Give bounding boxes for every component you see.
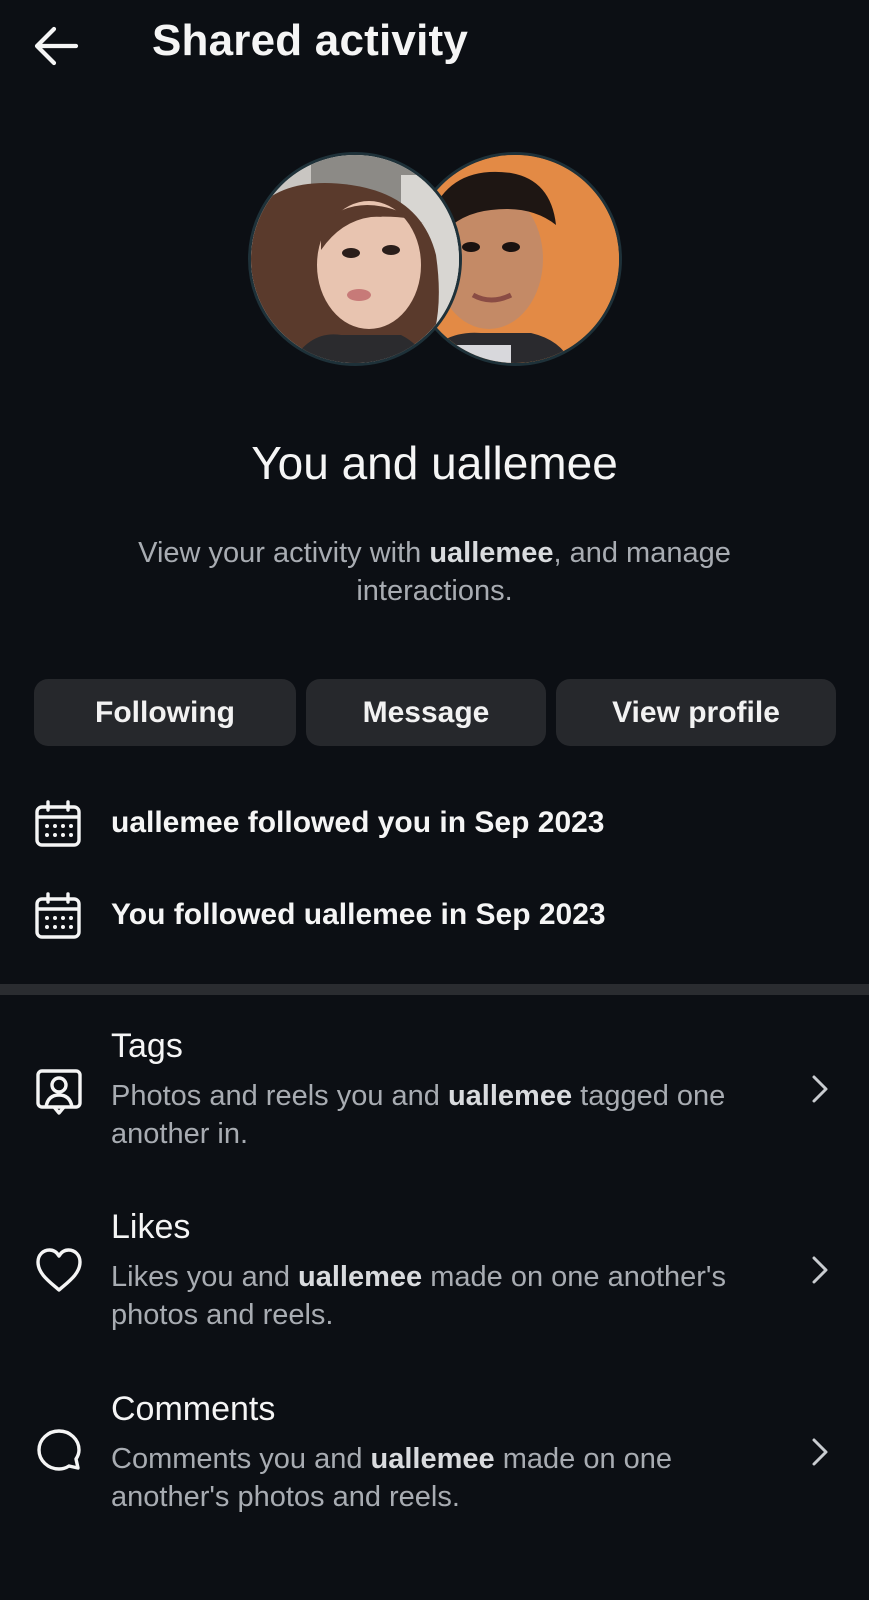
menu-item-comments[interactable]: Comments Comments you and uallemee made … (0, 1390, 869, 1540)
message-button[interactable]: Message (306, 679, 546, 746)
chevron-right-icon (812, 1256, 828, 1284)
comments-title: Comments (111, 1390, 276, 1428)
calendar-icon (35, 800, 81, 847)
you-followed-row: You followed uallemee in Sep 2023 (34, 892, 834, 942)
description-text: View your activity with (138, 537, 430, 569)
comments-description: Comments you and uallemee made on one an… (111, 1440, 751, 1516)
back-button[interactable] (28, 18, 88, 74)
action-buttons: Following Message View profile (34, 679, 836, 746)
top-bar: Shared activity (0, 0, 869, 90)
tag-person-icon (36, 1069, 82, 1115)
comments-desc-username: uallemee (370, 1443, 495, 1475)
followed-you-text: uallemee followed you in Sep 2023 (111, 806, 605, 839)
chevron-right-icon (812, 1075, 828, 1103)
avatar-user[interactable] (248, 152, 462, 366)
likes-description: Likes you and uallemee made on one anoth… (111, 1258, 751, 1334)
heart-icon (36, 1248, 82, 1292)
description-username: uallemee (429, 537, 554, 569)
followed-you-row: uallemee followed you in Sep 2023 (34, 800, 834, 850)
tags-desc-username: uallemee (447, 1080, 573, 1112)
shared-avatars (248, 152, 622, 366)
following-button[interactable]: Following (34, 679, 296, 746)
chevron-right-icon (812, 1438, 828, 1466)
comment-bubble-icon (37, 1429, 81, 1471)
menu-item-likes[interactable]: Likes Likes you and uallemee made on one… (0, 1208, 869, 1358)
likes-desc-text: Likes you and (111, 1261, 299, 1293)
likes-desc-username: uallemee (298, 1261, 423, 1293)
likes-title: Likes (111, 1208, 191, 1246)
shared-description: View your activity with uallemee, and ma… (90, 534, 779, 610)
calendar-icon (35, 892, 81, 939)
view-profile-button[interactable]: View profile (556, 679, 836, 746)
tags-title: Tags (111, 1027, 183, 1065)
page-title: Shared activity (152, 16, 469, 65)
tags-description: Photos and reels you and uallemee tagged… (111, 1077, 751, 1153)
avatar-user-photo (251, 155, 459, 363)
you-followed-text: You followed uallemee in Sep 2023 (111, 898, 606, 931)
comments-desc-text: Comments you and (111, 1443, 371, 1475)
tags-desc-text: Photos and reels you and (111, 1080, 448, 1112)
section-divider (0, 984, 869, 995)
back-arrow-icon (34, 26, 79, 66)
menu-item-tags[interactable]: Tags Photos and reels you and uallemee t… (0, 1027, 869, 1177)
shared-title: You and uallemee (251, 437, 618, 489)
